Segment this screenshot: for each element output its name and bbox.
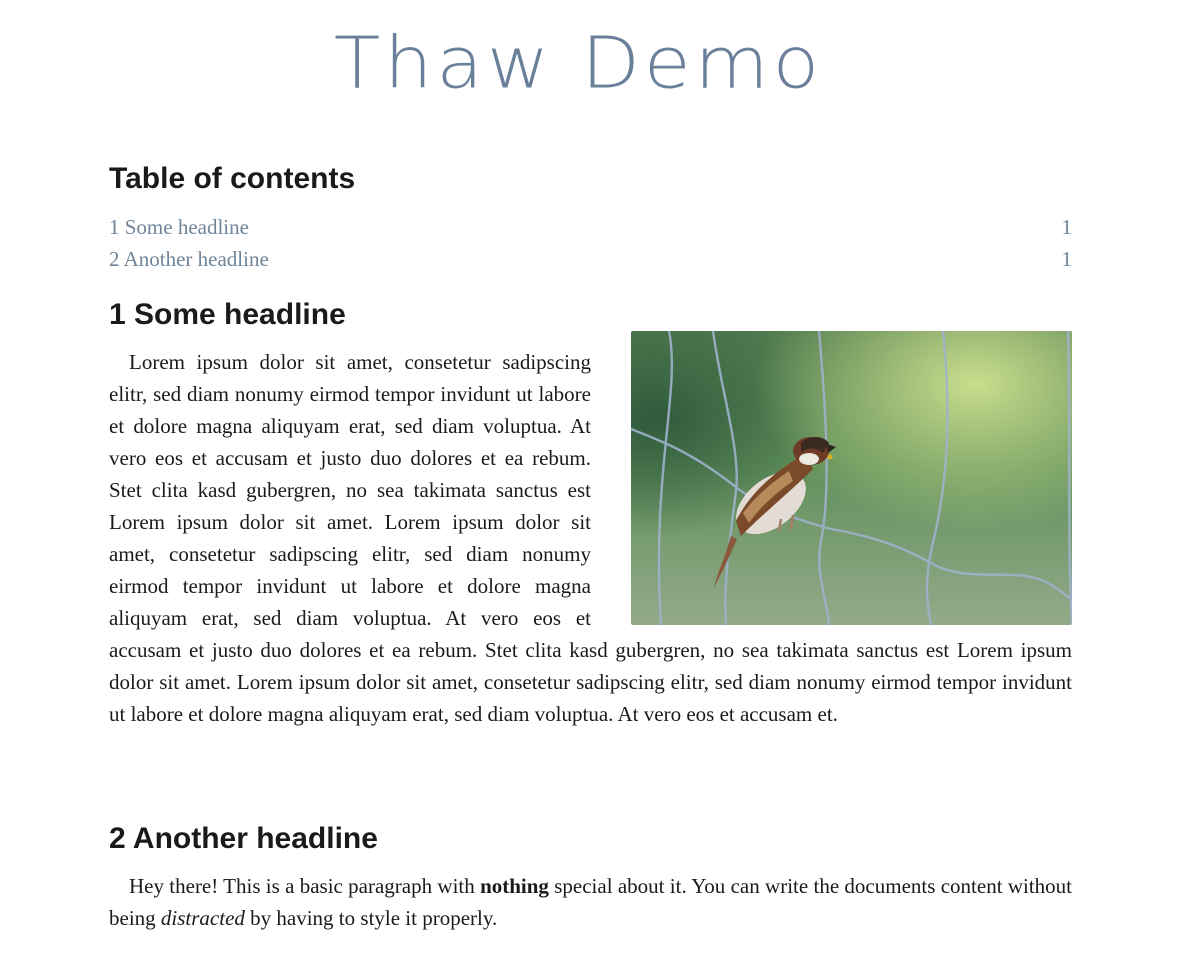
section-heading: 2 Another headline [109, 822, 378, 855]
toc-entry-label[interactable]: 1 Some headline [109, 215, 249, 240]
italic-text: distracted [160, 906, 245, 930]
bold-text: nothing [480, 874, 549, 898]
toc-entry-page[interactable]: 1 [1062, 247, 1073, 272]
section-body: Hey there! This is a basic paragraph wit… [109, 870, 1072, 934]
toc-entry-label[interactable]: 2 Another headline [109, 247, 269, 272]
toc-entry[interactable]: 2 Another headline 1 [109, 243, 1072, 275]
toc-entry[interactable]: 1 Some headline 1 [109, 211, 1072, 243]
toc-heading: Table of contents [109, 162, 356, 195]
section-body: Lorem ipsum dolor sit amet, consetetur s… [109, 331, 1072, 730]
toc-entry-page[interactable]: 1 [1062, 215, 1073, 240]
document-title: Thaw Demo [333, 20, 824, 105]
text-run: by having to style it properly. [244, 906, 498, 930]
sparrow-on-wire-fence-photo-icon [631, 331, 1072, 625]
sparrow-photo [631, 331, 1072, 625]
section-body-text: Hey there! This is a basic paragraph wit… [109, 870, 1072, 934]
document-page: Thaw Demo Table of contents 1 Some headl… [0, 0, 1181, 968]
section-heading: 1 Some headline [109, 298, 346, 331]
text-run: Hey there! This is a basic paragraph wit… [129, 874, 481, 898]
